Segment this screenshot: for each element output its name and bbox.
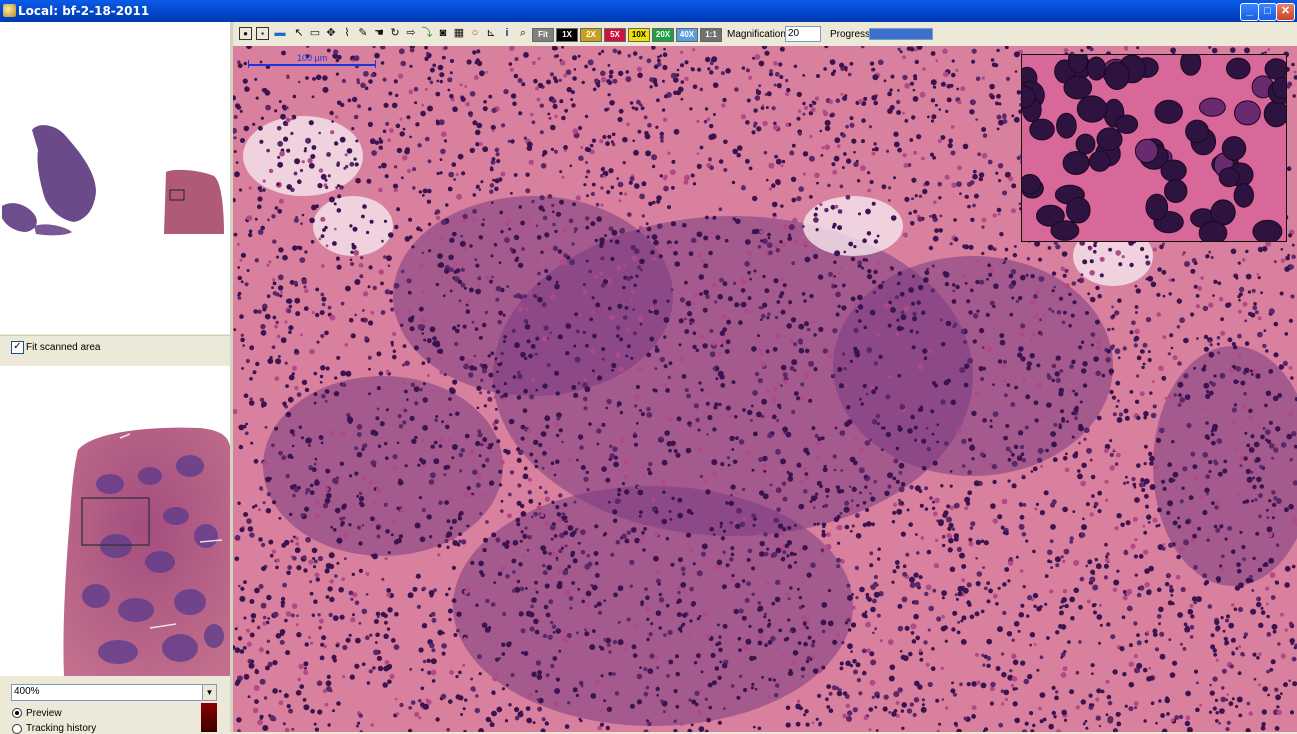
hand-icon[interactable]: ☚ (372, 26, 386, 40)
ruler-icon[interactable]: ⌇ (340, 26, 354, 40)
fit-scanned-area-checkbox[interactable]: ✓ (11, 341, 24, 354)
scale-bar-label: 100 µm (297, 53, 328, 63)
magnified-inset-image (1022, 55, 1286, 241)
preview-radio-label: Preview (26, 708, 62, 719)
window-title: Local: bf-2-18-2011 (18, 4, 150, 18)
zoom-select[interactable]: 400% ▼ (11, 684, 217, 701)
info-icon[interactable]: i (500, 26, 514, 40)
preview-radio[interactable] (12, 708, 22, 718)
maximize-button[interactable]: □ (1258, 3, 1277, 21)
toolbar: ● ▪ ▬ ↖ ▭ ✥ ⌇ ✎ ☚ ↻ ⇨ ⤵ ◙ ▦ ○ ⊾ i ⌕ Fit … (233, 22, 1297, 46)
pointer-icon[interactable]: ↖ (292, 26, 306, 40)
camera-export-icon[interactable]: ⇨ (404, 26, 418, 40)
chart-icon[interactable]: ⊾ (484, 26, 498, 40)
page-icon[interactable]: ▪ (256, 27, 269, 40)
chevron-down-icon[interactable]: ▼ (202, 685, 216, 700)
fit-scanned-area-label: Fit scanned area (26, 342, 101, 353)
slide-viewer[interactable]: 100 µm (233, 46, 1297, 732)
slide-thumbnail-image (2, 125, 224, 236)
progress-label: Progress: (830, 29, 873, 40)
pan-icon[interactable]: ✥ (324, 26, 338, 40)
mag-fit-button[interactable]: Fit (532, 28, 554, 42)
tracking-history-radio-label: Tracking history (26, 723, 97, 734)
camera-icon[interactable]: ◙ (436, 26, 450, 40)
circle-icon[interactable]: ○ (468, 26, 482, 40)
mag-20x-button[interactable]: 20X (652, 28, 674, 42)
annotate-icon[interactable]: ✎ (356, 26, 370, 40)
zoom-select-value: 400% (14, 686, 40, 697)
zoom-icon[interactable]: ⌕ (516, 26, 530, 40)
snapshot-icon[interactable]: ⤵ (420, 26, 434, 40)
slide-icon[interactable]: ● (239, 27, 252, 40)
minimize-button[interactable]: _ (1240, 3, 1259, 21)
mag-1to1-button[interactable]: 1:1 (700, 28, 722, 42)
filter-icon[interactable]: ▦ (452, 26, 466, 40)
magnification-label: Magnification: (727, 29, 789, 40)
tracking-history-radio[interactable] (12, 724, 22, 734)
window-icon[interactable]: ▭ (308, 26, 322, 40)
mag-1x-button[interactable]: 1X (556, 28, 578, 42)
magnified-inset (1021, 54, 1287, 242)
color-swatch (201, 703, 217, 732)
mag-2x-button[interactable]: 2X (580, 28, 602, 42)
close-button[interactable]: ✕ (1276, 3, 1295, 21)
scale-bar (248, 60, 376, 68)
overview-map[interactable] (0, 366, 230, 676)
slide-thumbnail[interactable] (0, 22, 230, 334)
rotate-icon[interactable]: ↻ (388, 26, 402, 40)
navigation-panel: ✓ Fit scanned area 400% ▼ Preview Tracki… (0, 22, 230, 734)
progress-bar (869, 28, 933, 40)
mag-5x-button[interactable]: 5X (604, 28, 626, 42)
overview-map-image (63, 427, 230, 676)
magnification-input[interactable]: 20 (785, 26, 821, 42)
folder-icon[interactable]: ▬ (273, 26, 287, 40)
title-bar: Local: bf-2-18-2011 _ □ ✕ (0, 0, 1297, 22)
mag-10x-button[interactable]: 10X (628, 28, 650, 42)
mag-40x-button[interactable]: 40X (676, 28, 698, 42)
app-icon (3, 4, 16, 17)
